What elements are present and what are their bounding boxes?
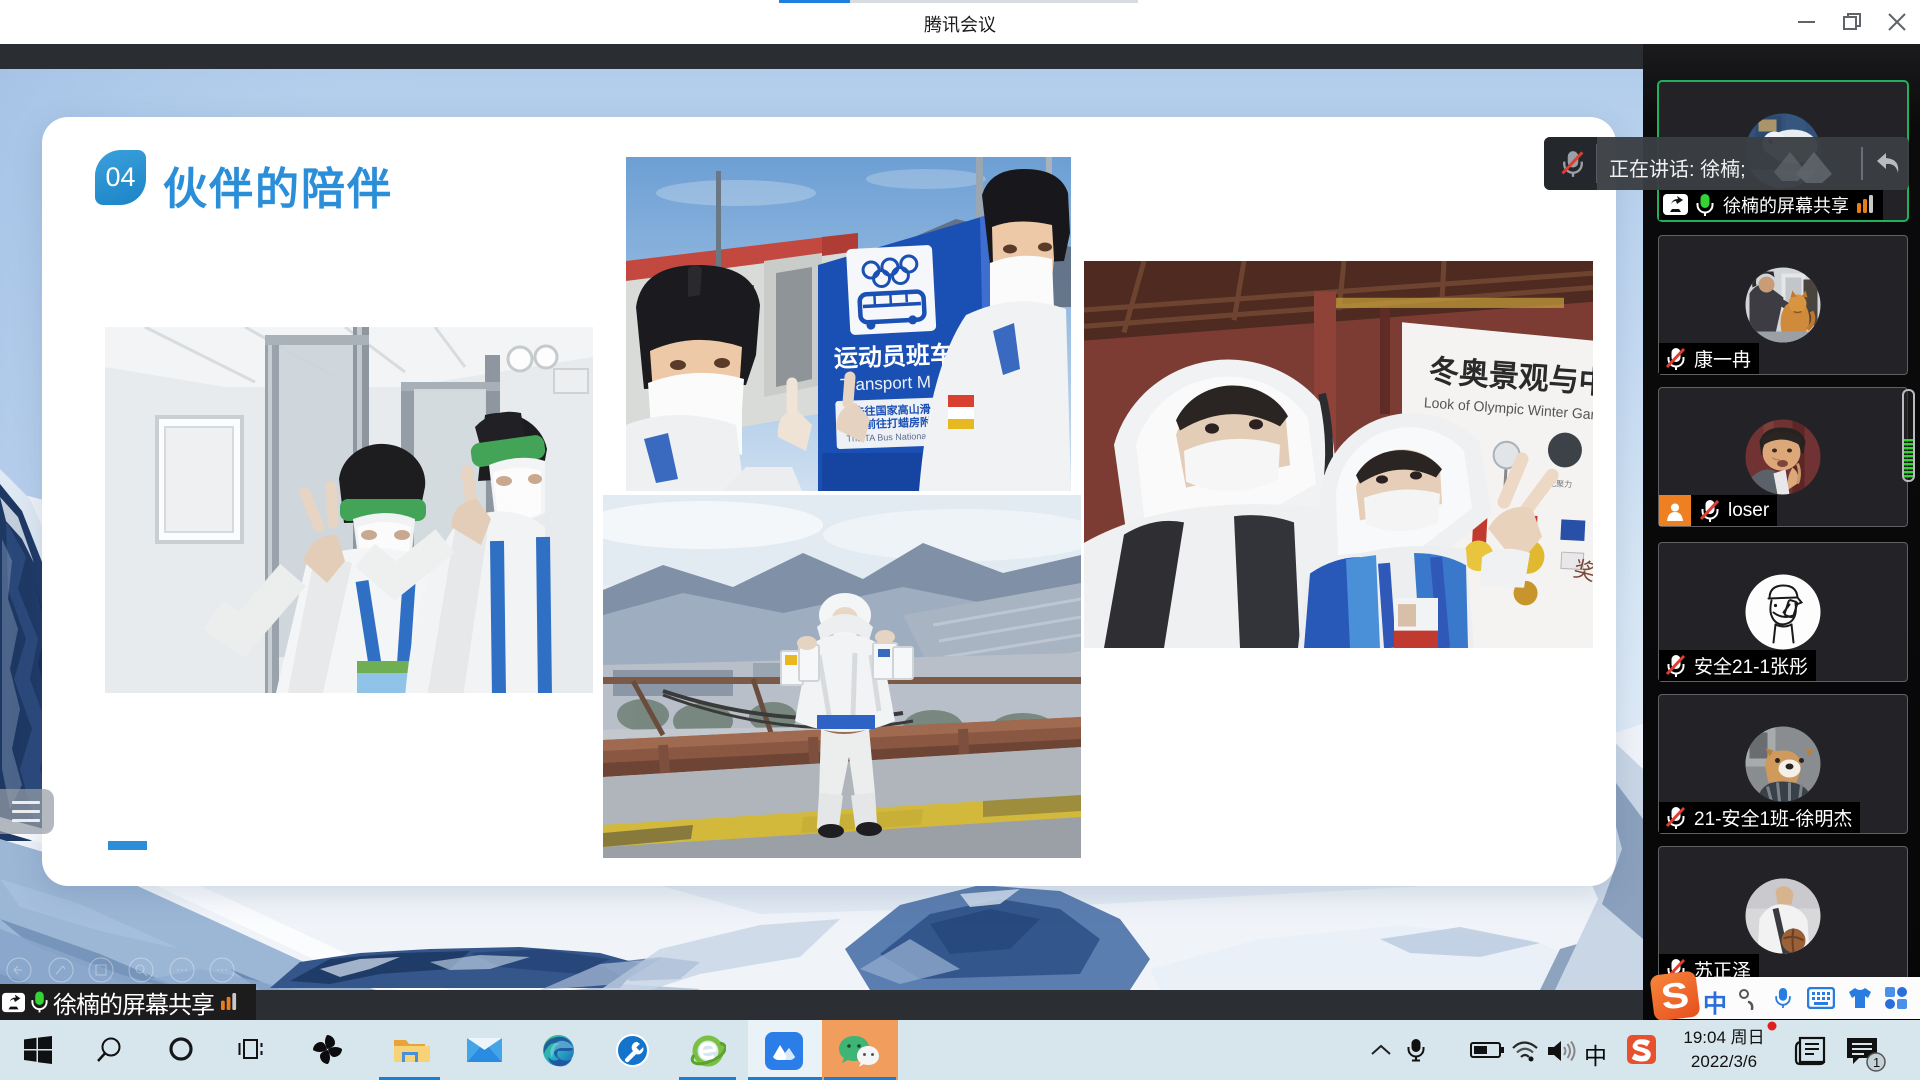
svg-text:1: 1 (1873, 1055, 1880, 1070)
